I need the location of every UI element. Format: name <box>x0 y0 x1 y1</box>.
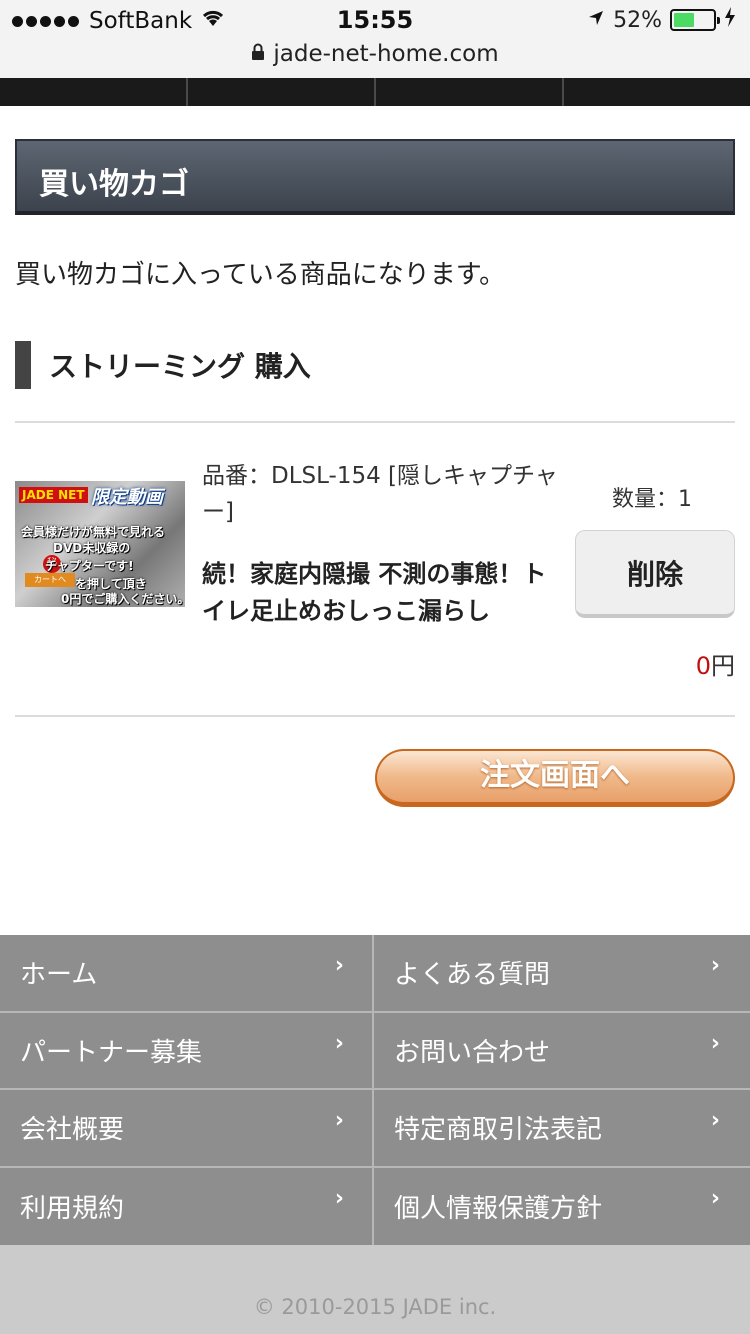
thumbnail-text: チャプターです! <box>45 559 134 573</box>
footer-link-label: 利用規約 <box>20 1193 125 1224</box>
footer-link-faq[interactable]: よくある質問 › <box>374 935 750 1013</box>
thumbnail-headline: 限定動画 <box>91 487 163 508</box>
status-bar: SoftBank 15:55 52% <box>0 0 750 40</box>
top-nav-strip <box>0 78 750 106</box>
footer-link-legal-notice[interactable]: 特定商取引法表記 › <box>374 1090 750 1168</box>
footer-link-label: お問い合わせ <box>394 1037 551 1068</box>
thumbnail-cart-badge: カートへ <box>25 573 75 587</box>
top-nav-cell[interactable] <box>0 78 188 106</box>
url-text: jade-net-home.com <box>273 41 499 67</box>
lock-icon <box>251 41 265 67</box>
battery-icon <box>670 9 720 31</box>
chevron-right-icon: › <box>334 953 344 978</box>
section-title: ストリーミング 購入 <box>49 350 311 383</box>
top-nav-cell[interactable] <box>188 78 376 106</box>
product-name[interactable]: 続！家庭内隠撮 不測の事態！トイレ足止めおしっこ漏らし <box>202 556 562 630</box>
page-title: 買い物カゴ <box>39 167 189 202</box>
delete-button[interactable]: 削除 <box>575 530 735 618</box>
thumbnail-text: 0円でご購入ください。 <box>61 592 185 606</box>
footer-link-home[interactable]: ホーム › <box>0 935 374 1013</box>
thumbnail-logo: JADE NET <box>19 487 88 503</box>
top-nav-cell[interactable] <box>376 78 564 106</box>
footer-link-contact[interactable]: お問い合わせ › <box>374 1013 750 1090</box>
footer-link-company[interactable]: 会社概要 › <box>0 1090 374 1168</box>
chevron-right-icon: › <box>710 1108 720 1133</box>
footer-link-privacy[interactable]: 個人情報保護方針 › <box>374 1168 750 1246</box>
chevron-right-icon: › <box>334 1185 344 1211</box>
footer-nav: ホーム › よくある質問 › パートナー募集 › お問い合わせ › 会社概要 › 特定商取… <box>0 935 750 1245</box>
footer-link-label: よくある質問 <box>394 960 551 991</box>
footer-link-label: 特定商取引法表記 <box>394 1115 603 1146</box>
chevron-right-icon: › <box>710 1030 720 1056</box>
section-marker <box>15 341 31 389</box>
intro-text: 買い物カゴに入っている商品になります。 <box>15 260 506 290</box>
location-arrow-icon <box>587 8 605 33</box>
copyright: © 2010-2015 JADE inc. <box>0 1245 750 1334</box>
price-value: 0 <box>695 652 711 680</box>
chevron-right-icon: › <box>710 1185 720 1211</box>
footer-link-terms[interactable]: 利用規約 › <box>0 1167 374 1245</box>
divider <box>15 715 735 717</box>
footer-link-label: パートナー募集 <box>20 1037 203 1068</box>
address-bar[interactable]: jade-net-home.com <box>0 40 750 78</box>
battery-percentage: 52% <box>613 7 662 33</box>
chevron-right-icon: › <box>334 1108 344 1133</box>
footer-link-label: ホーム <box>20 960 98 991</box>
price-unit: 円 <box>711 652 735 680</box>
proceed-to-order-button[interactable]: 注文画面へ <box>375 749 735 807</box>
footer-link-partner[interactable]: パートナー募集 › <box>0 1012 374 1090</box>
top-nav-cell[interactable] <box>564 78 750 106</box>
section-heading: ストリーミング 購入 <box>15 341 311 389</box>
chevron-right-icon: › <box>710 953 720 978</box>
thumbnail-text: DVD未収録の <box>53 541 131 555</box>
item-price: 0円 <box>696 646 735 681</box>
product-code: 品番：DLSL-154 [隠しキャプチャー] <box>202 463 558 525</box>
charging-bolt-icon <box>724 7 736 33</box>
footer-link-label: 会社概要 <box>20 1115 125 1146</box>
product-thumbnail[interactable]: JADE NET 限定動画 会員様だけが無料で見れる DVD未収録の 秘 チャプ… <box>15 481 185 607</box>
thumbnail-text: 会員様だけが無料で見れる <box>21 525 166 539</box>
chevron-right-icon: › <box>334 1030 344 1056</box>
page-header: 買い物カゴ <box>15 139 735 215</box>
quantity-label: 数量：1 <box>612 487 692 512</box>
footer-link-label: 個人情報保護方針 <box>394 1193 603 1224</box>
divider <box>15 421 735 423</box>
